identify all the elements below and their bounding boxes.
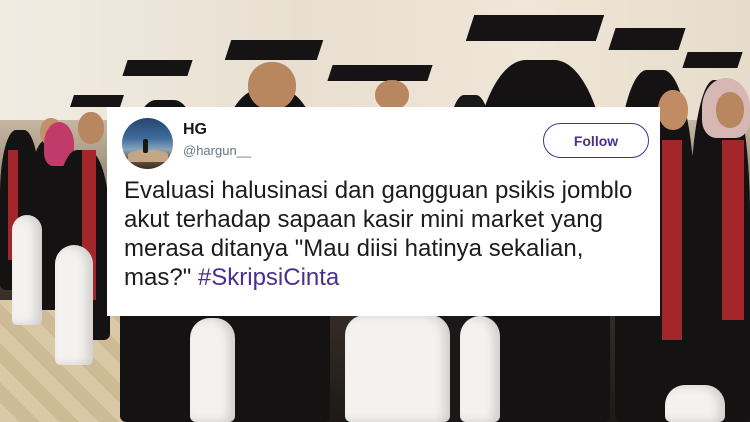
- graduate-face: [658, 90, 688, 130]
- graduate-face: [78, 112, 104, 144]
- hashtag-link[interactable]: #SkripsiCinta: [198, 264, 339, 291]
- graduate-face: [716, 92, 744, 128]
- user-handle[interactable]: @hargun__: [183, 143, 251, 158]
- chair: [12, 215, 42, 325]
- graduate-face: [248, 62, 296, 110]
- tweet-card: HG @hargun__ Follow Evaluasi halusinasi …: [107, 107, 660, 316]
- graduate-sash: [662, 140, 682, 340]
- graduate-cap: [122, 60, 193, 76]
- tweet-text: Evaluasi halusinasi dan gangguan psikis …: [124, 176, 649, 292]
- graduate-cap: [608, 28, 686, 50]
- graduate-sash: [722, 140, 744, 320]
- follow-button[interactable]: Follow: [543, 123, 649, 158]
- graduate-cap: [224, 40, 324, 60]
- chair: [345, 315, 450, 422]
- avatar-figure: [143, 139, 148, 153]
- avatar-rock: [128, 150, 168, 162]
- graduate-cap: [70, 95, 124, 107]
- display-name[interactable]: HG: [183, 121, 207, 139]
- graduate-face: [375, 80, 409, 110]
- graduate-cap: [682, 52, 743, 68]
- avatar[interactable]: [122, 118, 173, 169]
- graduate-cap: [465, 15, 605, 41]
- graduate-cap: [327, 65, 433, 81]
- chair: [460, 316, 500, 422]
- chair: [190, 318, 235, 422]
- chair: [55, 245, 93, 365]
- chair: [665, 385, 725, 422]
